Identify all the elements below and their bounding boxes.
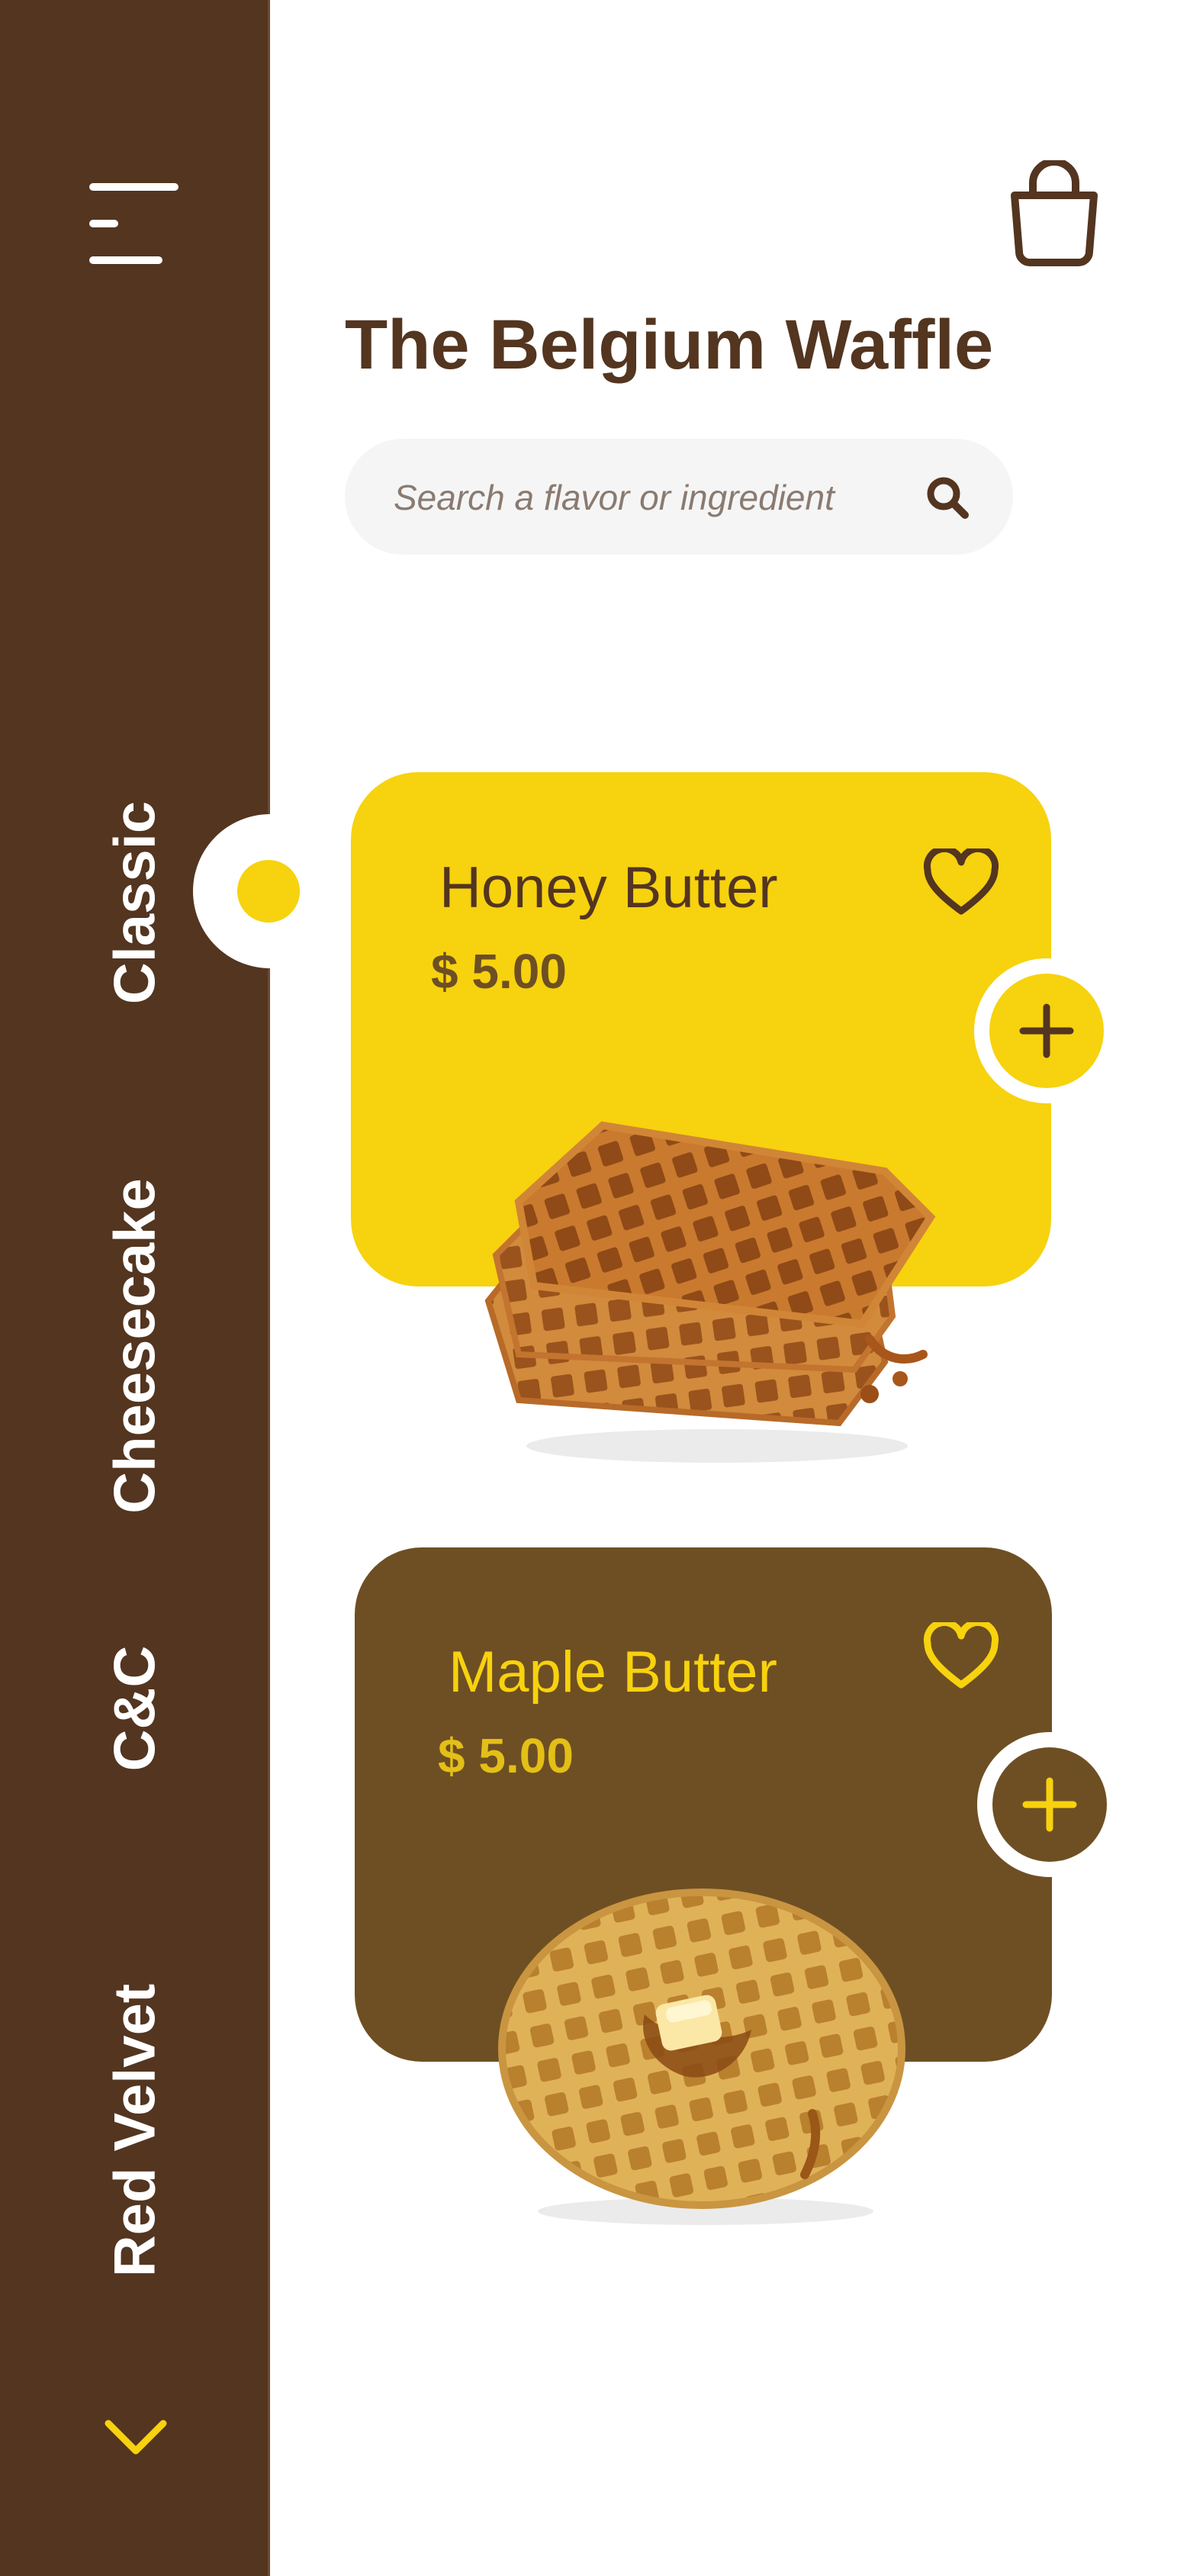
category-red-velvet[interactable]: Red Velvet bbox=[102, 1984, 169, 2277]
heart-icon[interactable] bbox=[923, 848, 999, 917]
product-name: Honey Butter bbox=[439, 855, 778, 920]
product-name: Maple Butter bbox=[449, 1640, 777, 1705]
plus-icon bbox=[1019, 1003, 1074, 1058]
category-c-and-c[interactable]: C&C bbox=[102, 1646, 169, 1772]
add-to-cart-button[interactable] bbox=[992, 1747, 1107, 1862]
plus-icon bbox=[1022, 1777, 1077, 1832]
add-to-cart-button[interactable] bbox=[989, 974, 1104, 1088]
page-title: The Belgium Waffle bbox=[345, 306, 994, 384]
search-bar bbox=[345, 439, 1013, 555]
search-icon[interactable] bbox=[925, 475, 970, 520]
honey-butter-waffle-image bbox=[484, 1121, 936, 1463]
heart-icon[interactable] bbox=[923, 1622, 999, 1691]
product-price: $ 5.00 bbox=[431, 944, 567, 999]
category-classic[interactable]: Classic bbox=[102, 801, 169, 1004]
selected-category-indicator bbox=[237, 860, 300, 923]
product-price: $ 5.00 bbox=[438, 1728, 574, 1783]
shopping-bag-icon[interactable] bbox=[1007, 160, 1102, 267]
category-cheesecake[interactable]: Cheesecake bbox=[102, 1178, 169, 1513]
hamburger-menu-icon[interactable] bbox=[89, 183, 181, 269]
maple-butter-waffle-image bbox=[498, 1889, 905, 2225]
chevron-down-icon[interactable] bbox=[104, 2419, 168, 2457]
search-input[interactable] bbox=[392, 466, 914, 529]
